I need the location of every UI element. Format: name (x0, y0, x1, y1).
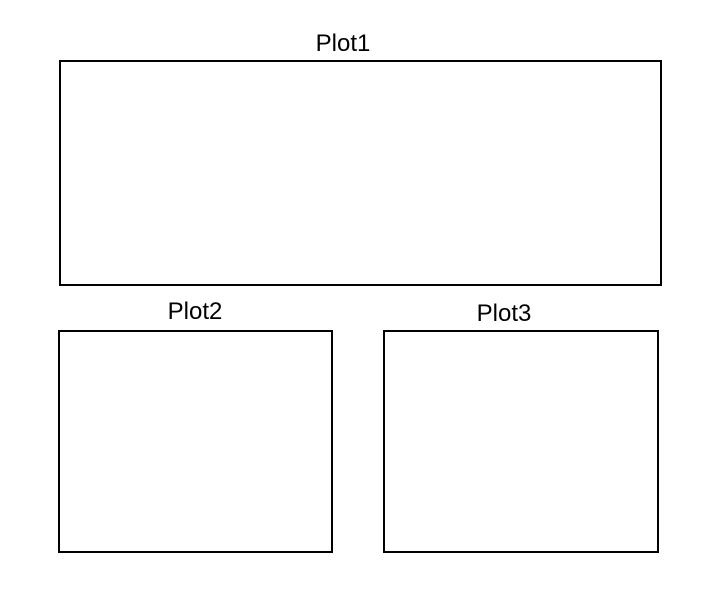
plot1-panel (59, 60, 662, 286)
plot1-title: Plot1 (315, 30, 371, 57)
plot2-title: Plot2 (167, 298, 223, 325)
plot3-panel (383, 330, 659, 553)
plot3-title: Plot3 (476, 300, 532, 327)
plot2-panel (58, 330, 333, 553)
